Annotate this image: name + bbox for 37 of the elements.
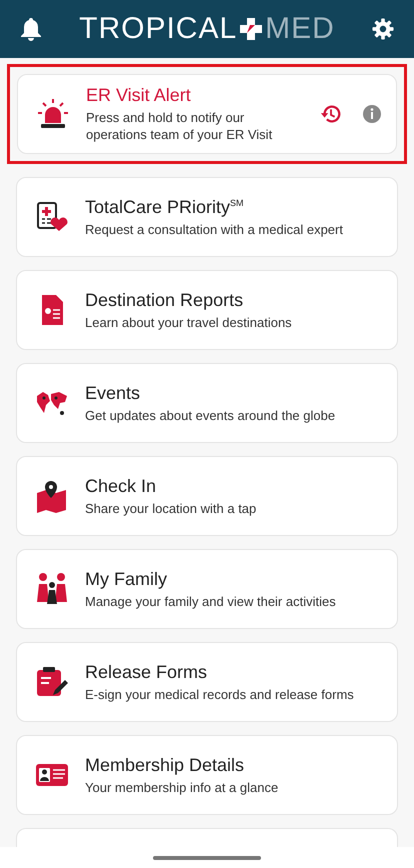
info-button[interactable]: [362, 104, 382, 124]
card-description: Request a consultation with a medical expert: [85, 220, 344, 238]
card-description: Manage your family and view their activities: [85, 592, 337, 610]
card-title: TotalCare PRiority$^{SM}$: [85, 196, 245, 218]
notifications-button[interactable]: [20, 17, 42, 41]
card-title: Destination Reports: [85, 290, 244, 310]
family-icon: [35, 572, 69, 606]
card-description: Get updates about events around the globe: [85, 406, 336, 424]
menu-card[interactable]: Check In Share your location with a tap: [16, 456, 398, 536]
menu-card[interactable]: TotalCare PRiority$^{SM}$ Request a consultation with a medical expert: [16, 177, 398, 257]
clipboard-pen-icon: [35, 665, 69, 699]
menu-card[interactable]: Destination Reports Learn about your travel destinations: [16, 270, 398, 350]
card-title: Release Forms: [85, 662, 208, 682]
menu-card[interactable]: Events Get updates about events around the globe: [16, 363, 398, 443]
card-description: Learn about your travel destinations: [85, 314, 293, 330]
menu-card[interactable]: Membership Details Your membership info at a glance: [16, 735, 398, 815]
home-indicator[interactable]: [153, 856, 261, 860]
card-title: My Family: [85, 568, 168, 590]
card-title: Check In: [85, 476, 158, 496]
menu-card[interactable]: Release Forms E-sign your medical records and release forms: [16, 642, 398, 722]
er-alert-card[interactable]: ER Visit Alert Press and hold to notify our operations team of your ER Visit: [17, 74, 397, 154]
card-description: Your membership info at a glance: [85, 778, 280, 796]
alert-description: Press and hold to notify our operations team of your ER Visit: [86, 109, 274, 143]
cross-icon: [239, 17, 264, 41]
logo-text: MED: [265, 12, 335, 46]
card-title: Events: [85, 382, 142, 404]
menu-card[interactable]: My Family Manage your family and view their activities: [16, 549, 398, 629]
logo-text: TROPICAL: [79, 12, 238, 46]
card-title: Membership Details: [85, 754, 246, 776]
map-pin-icon: [35, 479, 69, 513]
card-description: E-sign your medical records and release forms: [85, 686, 355, 702]
siren-icon: [36, 97, 70, 131]
history-button[interactable]: [320, 103, 342, 125]
card-description: Share your location with a tap: [85, 500, 258, 516]
settings-button[interactable]: [372, 18, 394, 40]
clipboard-heart-icon: [35, 200, 69, 234]
alert-title: ER Visit Alert: [86, 85, 192, 106]
